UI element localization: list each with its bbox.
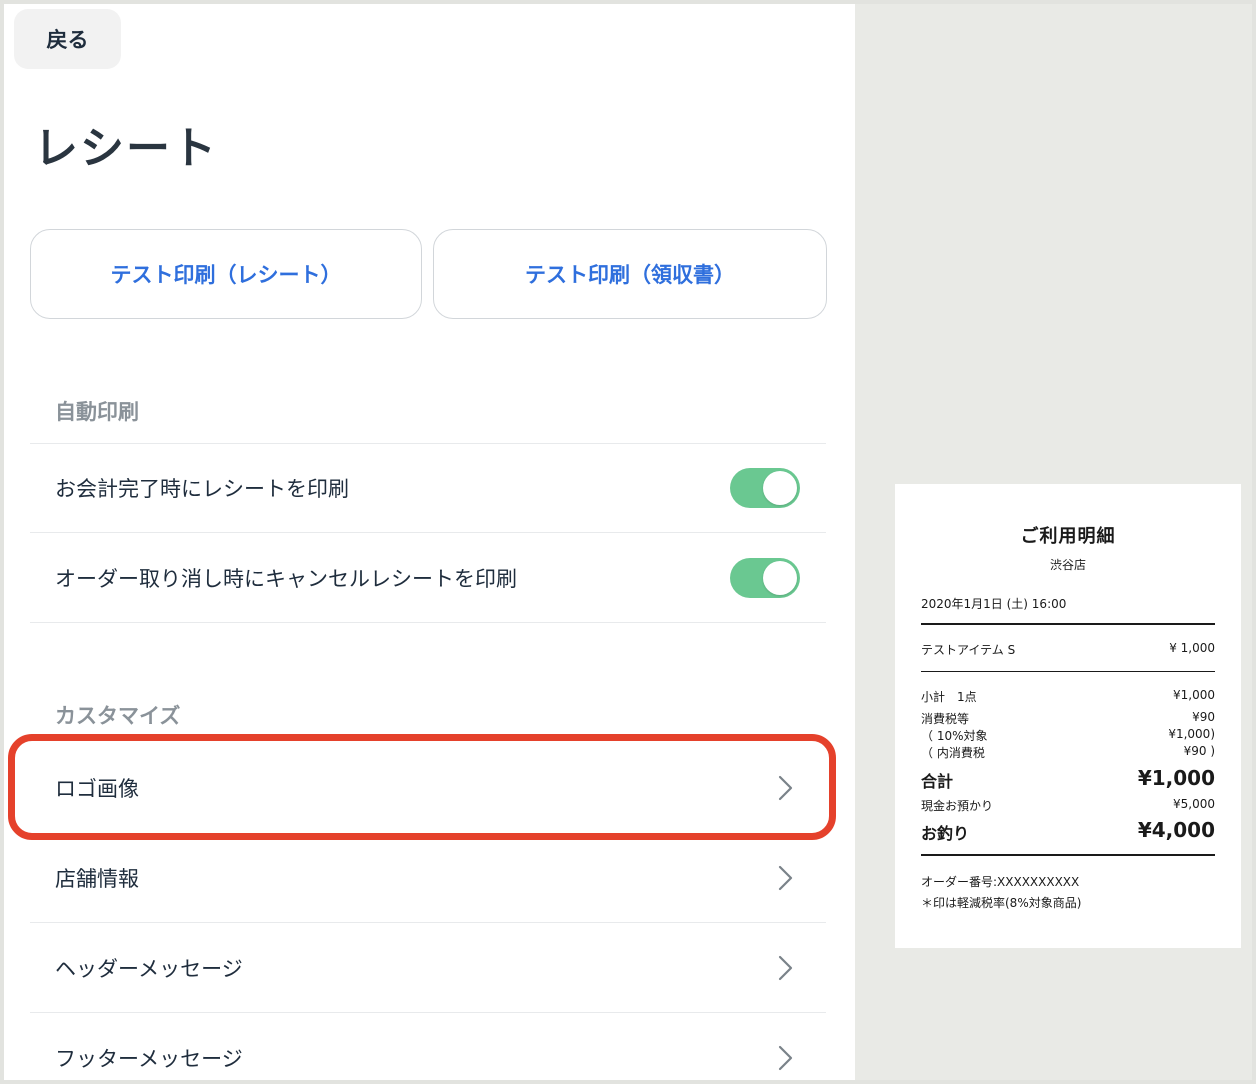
receipt-tax-included-value: ¥90 ) — [1183, 744, 1215, 758]
receipt-tax-label: 消費税等 — [921, 712, 970, 726]
receipt-order-number: オーダー番号:XXXXXXXXXX — [921, 875, 1080, 889]
chevron-right-icon — [778, 1045, 793, 1071]
auto-print-receipt-row: お会計完了時にレシートを印刷 — [30, 443, 826, 533]
receipt-subtotal-label: 小計 1点 — [921, 690, 977, 704]
auto-print-receipt-toggle[interactable] — [730, 468, 800, 508]
test-print-receipt-button[interactable]: テスト印刷（レシート） — [30, 229, 422, 319]
receipt-datetime: 2020年1月1日 (土) 16:00 — [921, 597, 1067, 611]
receipt-change-value: ¥4,000 — [1137, 818, 1215, 842]
customize-item-store-info[interactable]: 店舗情報 — [30, 833, 826, 923]
customize-item-logo-image[interactable]: ロゴ画像 — [30, 743, 826, 833]
receipt-item-price: ¥ 1,000 — [1169, 641, 1215, 655]
receipt-divider — [921, 623, 1215, 625]
auto-print-cancel-row: オーダー取り消し時にキャンセルレシートを印刷 — [30, 533, 826, 623]
receipt-tax-target-label: （ 10%対象 — [921, 729, 988, 743]
section-header-auto-print: 自動印刷 — [55, 400, 139, 424]
page-title: レシート — [34, 123, 218, 174]
receipt-tax-target-value: ¥1,000) — [1168, 727, 1215, 741]
section-header-customize: カスタマイズ — [55, 704, 181, 728]
receipt-divider — [921, 854, 1215, 856]
test-print-invoice-button[interactable]: テスト印刷（領収書） — [433, 229, 827, 319]
customize-item-footer-message[interactable]: フッターメッセージ — [30, 1013, 826, 1080]
auto-print-cancel-toggle[interactable] — [730, 557, 800, 598]
receipt-change-label: お釣り — [921, 824, 970, 843]
customize-item-label: ロゴ画像 — [55, 777, 139, 801]
customize-item-label: 店舗情報 — [55, 866, 139, 891]
chevron-right-icon — [778, 775, 793, 801]
receipt-cash-label: 現金お預かり — [921, 799, 994, 813]
receipt-divider — [921, 671, 1215, 672]
receipt-total-label: 合計 — [921, 772, 954, 791]
customize-item-label: ヘッダーメッセージ — [55, 956, 243, 981]
chevron-right-icon — [778, 955, 793, 980]
auto-print-cancel-label: オーダー取り消し時にキャンセルレシートを印刷 — [55, 566, 517, 591]
receipt-cash-value: ¥5,000 — [1173, 797, 1215, 811]
auto-print-receipt-label: お会計完了時にレシートを印刷 — [55, 477, 349, 501]
receipt-total-value: ¥1,000 — [1137, 766, 1215, 790]
customize-item-header-message[interactable]: ヘッダーメッセージ — [30, 923, 826, 1013]
customize-item-label: フッターメッセージ — [55, 1047, 243, 1071]
toggle-knob — [763, 560, 797, 595]
receipt-subtotal-value: ¥1,000 — [1173, 688, 1215, 702]
back-button[interactable]: 戻る — [14, 9, 121, 69]
toggle-knob — [763, 471, 797, 505]
receipt-tax-value: ¥90 — [1192, 710, 1215, 724]
receipt-reduced-tax-note: ＊印は軽減税率(8%対象商品) — [921, 896, 1082, 910]
receipt-store-name: 渋谷店 — [1049, 558, 1086, 572]
settings-panel: 戻る レシート テスト印刷（レシート） テスト印刷（領収書） 自動印刷 お会計完… — [4, 4, 855, 1080]
receipt-preview: ご利用明細 渋谷店 2020年1月1日 (土) 16:00 テストアイテム S … — [895, 484, 1241, 948]
receipt-item-name: テストアイテム S — [921, 643, 1016, 657]
chevron-right-icon — [778, 865, 793, 890]
receipt-title: ご利用明細 — [1020, 526, 1116, 547]
receipt-tax-included-label: （ 内消費税 — [921, 746, 985, 760]
